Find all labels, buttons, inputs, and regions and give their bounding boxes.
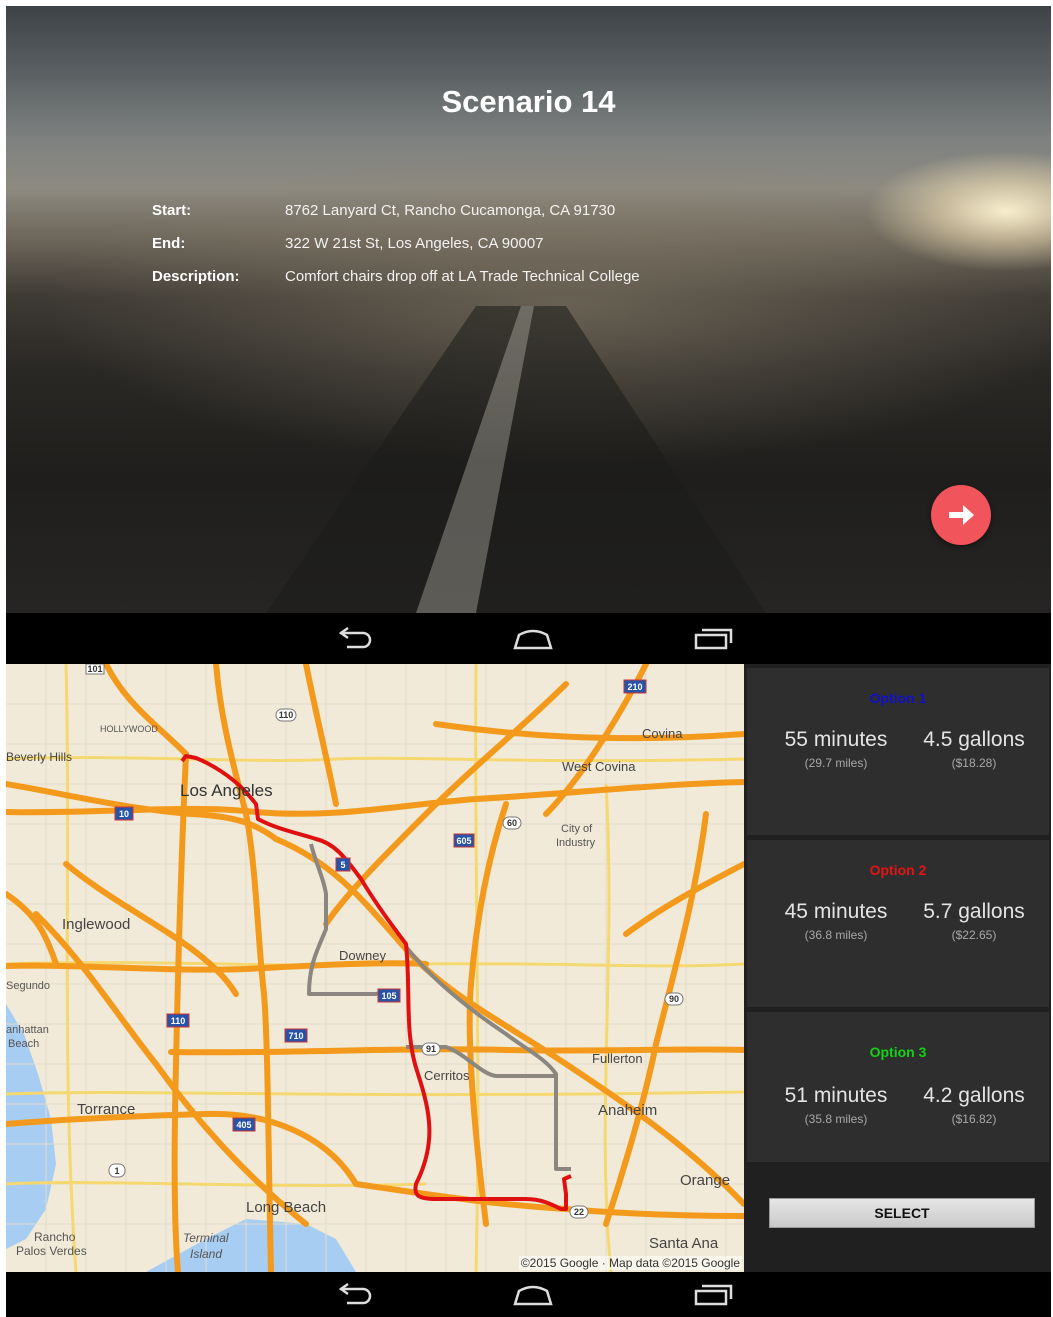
place-manhattan-beach-line2: Beach [8,1038,40,1050]
select-button[interactable]: SELECT [769,1198,1035,1228]
option-1-cost: ($18.28) [951,756,997,770]
place-segundo: Segundo [6,980,51,992]
back-icon [338,626,372,649]
shield-101: 101 [87,664,102,674]
route-options-screen: 101 110 210 10 60 605 5 105 90 110 710 9… [6,664,1051,1317]
place-anaheim: Anaheim [598,1102,658,1119]
home-button[interactable] [511,623,555,653]
option-2-title: Option 2 [869,862,927,878]
option-1-distance: (29.7 miles) [804,756,868,770]
svg-text:22: 22 [574,1207,584,1217]
scenario-screen: Scenario 14 Start: 8762 Lanyard Ct, Ranc… [6,6,1051,664]
place-fullerton: Fullerton [592,1051,643,1066]
place-hollywood: HOLLYWOOD [100,724,158,734]
recent-apps-button[interactable] [692,1279,736,1309]
description-text: Comfort chairs drop off at LA Trade Tech… [285,268,640,285]
svg-text:60: 60 [507,818,517,828]
svg-text:5: 5 [340,860,345,870]
description-label: Description: [152,268,240,285]
home-icon [513,629,553,650]
place-rancho-palos-verdes-line2: Palos Verdes [16,1244,87,1258]
route-map[interactable]: 101 110 210 10 60 605 5 105 90 110 710 9… [6,664,744,1272]
place-los-angeles: Los Angeles [180,781,273,800]
svg-text:1: 1 [114,1166,119,1176]
option-3-duration: 51 minutes [784,1084,888,1107]
option-2-distance: (36.8 miles) [804,928,868,942]
place-west-covina: West Covina [562,759,636,774]
start-label: Start: [152,202,192,219]
svg-text:405: 405 [236,1120,251,1130]
option-2-duration: 45 minutes [784,900,888,923]
option-card-2[interactable]: Option 2 45 minutes (36.8 miles) 5.7 gal… [747,840,1049,1007]
svg-text:210: 210 [627,682,642,692]
place-terminal-island-line2: Island [190,1247,223,1261]
navigation-bar [6,613,1051,664]
svg-text:605: 605 [456,836,471,846]
option-3-fuel: 4.2 gallons [923,1084,1025,1107]
recent-apps-button[interactable] [692,623,736,653]
home-icon [513,1285,553,1306]
recent-apps-icon [694,628,733,650]
place-orange: Orange [680,1172,731,1189]
arrow-right-icon [949,505,974,525]
place-city-of-industry-line1: City of [561,823,593,835]
svg-text:91: 91 [426,1044,436,1054]
option-1-title: Option 1 [869,690,927,706]
recent-apps-icon [694,1284,733,1306]
place-covina: Covina [642,726,683,741]
option-1-duration: 55 minutes [784,728,888,751]
svg-text:110: 110 [171,1016,186,1026]
svg-text:90: 90 [669,994,679,1004]
option-card-1[interactable]: Option 1 55 minutes (29.7 miles) 4.5 gal… [747,668,1049,835]
end-label: End: [152,235,186,252]
next-button[interactable] [931,485,991,545]
place-city-of-industry-line2: Industry [556,837,596,849]
place-cerritos: Cerritos [424,1068,470,1083]
start-address: 8762 Lanyard Ct, Rancho Cucamonga, CA 91… [285,202,616,219]
option-2-cost: ($22.65) [951,928,997,942]
scenario-title: Scenario 14 [441,84,616,119]
place-inglewood: Inglewood [62,916,131,933]
place-rancho-palos-verdes-line1: Rancho [34,1230,76,1244]
place-long-beach: Long Beach [246,1199,327,1216]
map-roads: 101 110 210 10 60 605 5 105 90 110 710 9… [6,664,744,1272]
place-torrance: Torrance [77,1101,136,1118]
option-1-fuel: 4.5 gallons [923,728,1025,751]
svg-text:110: 110 [279,710,294,720]
place-santa-ana: Santa Ana [649,1235,719,1252]
svg-text:10: 10 [119,809,129,819]
option-card-3[interactable]: Option 3 51 minutes (35.8 miles) 4.2 gal… [747,1012,1049,1162]
option-3-title: Option 3 [869,1044,927,1060]
place-downey: Downey [339,948,386,963]
svg-text:105: 105 [381,991,396,1001]
svg-text:710: 710 [288,1031,303,1041]
back-button[interactable] [333,623,377,653]
place-manhattan-beach-line1: anhattan [6,1024,49,1036]
option-3-cost: ($16.82) [951,1112,997,1126]
option-3-distance: (35.8 miles) [804,1112,868,1126]
navigation-bar-bottom [6,1272,1051,1317]
option-2-fuel: 5.7 gallons [923,900,1025,923]
place-beverly-hills: Beverly Hills [6,750,73,764]
end-address: 322 W 21st St, Los Angeles, CA 90007 [285,235,544,252]
map-attribution: ©2015 Google · Map data ©2015 Google [518,1256,742,1270]
back-icon [338,1282,372,1305]
route-options-panel: Option 1 55 minutes (29.7 miles) 4.5 gal… [744,664,1051,1272]
back-button[interactable] [333,1279,377,1309]
place-terminal-island-line1: Terminal [183,1231,229,1245]
home-button[interactable] [511,1279,555,1309]
